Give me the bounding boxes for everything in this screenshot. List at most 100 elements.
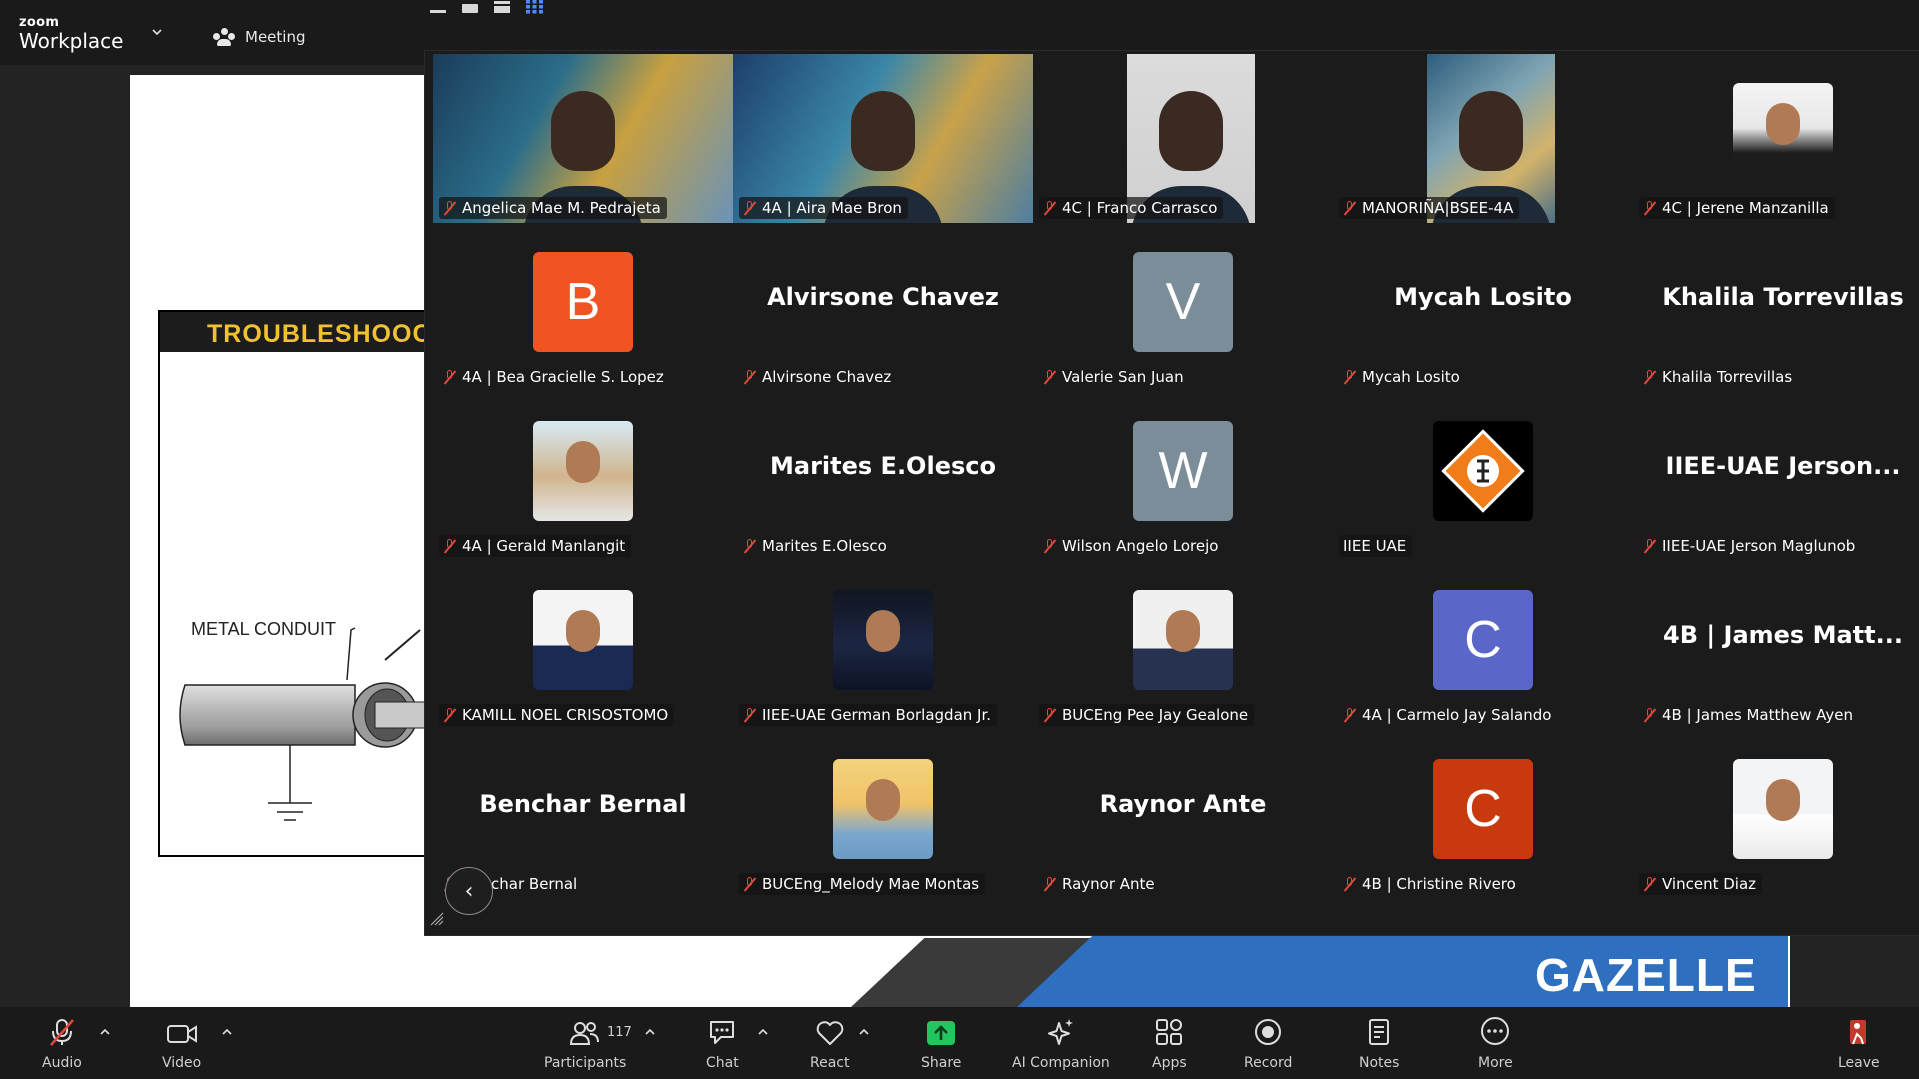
apps-label: Apps [1152,1055,1187,1071]
participant-tile[interactable]: MANORIÑA|BSEE-4A [1333,54,1633,223]
participant-tile[interactable]: 4A | Gerald Manlangit [433,392,733,561]
participant-name-text: 4A | Bea Gracielle S. Lopez [462,368,664,386]
apps-button[interactable]: Apps [1152,1015,1187,1071]
resize-handle-icon[interactable] [430,912,444,926]
profile-photo-face [866,610,900,652]
leave-icon [1849,1020,1866,1045]
profile-photo-face [566,441,600,483]
mic-muted-icon [743,200,756,216]
participant-name-text: IIEE-UAE Jerson Maglunob [1662,537,1856,555]
participant-profile-photo [533,421,633,521]
share-button[interactable]: Share [921,1015,961,1071]
participant-tile[interactable]: Raynor Ante Raynor Ante [1033,730,1333,899]
participant-name-label: Valerie San Juan [1039,366,1190,388]
ai-companion-label: AI Companion [1012,1055,1110,1071]
participant-tile[interactable]: B 4A | Bea Gracielle S. Lopez [433,223,733,392]
zoom-workplace-logo[interactable]: zoom Workplace [19,16,123,51]
share-screen-icon [927,1021,956,1045]
participant-tile[interactable]: V Valerie San Juan [1033,223,1333,392]
speaker-view-icon[interactable] [462,4,478,13]
participant-tile[interactable]: Mycah Losito Mycah Losito [1333,223,1633,392]
react-options-caret-icon[interactable] [859,1027,869,1037]
video-label: Video [162,1055,202,1071]
participant-name-label: 4A | Gerald Manlangit [439,535,632,557]
participant-display-name: Mycah Losito [1394,283,1572,311]
participant-name-text: Angelica Mae M. Pedrajeta [462,199,661,217]
participant-name-text: Valerie San Juan [1062,368,1184,386]
mic-muted-icon [743,538,756,554]
audio-options-caret-icon[interactable] [100,1027,110,1037]
mic-muted-icon [443,369,456,385]
gallery-view-icon[interactable] [526,0,543,14]
mic-muted-icon [443,707,456,723]
participant-tile[interactable]: Marites E.Olesco Marites E.Olesco [733,392,1033,561]
participant-tile[interactable]: KAMILL NOEL CRISOSTOMO [433,561,733,730]
participant-name-text: 4A | Aira Mae Bron [762,199,902,217]
participants-button[interactable]: Participants [544,1015,626,1071]
participant-silhouette [1159,91,1223,172]
previous-page-button[interactable]: ‹ [445,867,493,915]
participant-tile[interactable]: BUCEng Pee Jay Gealone [1033,561,1333,730]
participant-name-label: Mycah Losito [1339,366,1466,388]
participant-tile[interactable]: 4B | James Matt... 4B | James Matthew Aye… [1633,561,1919,730]
video-camera-icon [166,1025,197,1043]
chevron-down-icon[interactable] [152,27,162,37]
participant-tile[interactable]: Vincent Diaz [1633,730,1919,899]
leave-button[interactable]: Leave [1838,1015,1880,1071]
ai-companion-button[interactable]: AI Companion [1012,1015,1110,1071]
video-options-caret-icon[interactable] [222,1027,232,1037]
participant-tile[interactable]: BUCEng_Melody Mae Montas [733,730,1033,899]
chat-options-caret-icon[interactable] [758,1027,768,1037]
audio-button[interactable]: Audio [42,1015,82,1071]
participant-tile[interactable]: 4C | Jerene Manzanilla [1633,54,1919,223]
participant-name-text: Raynor Ante [1062,875,1155,893]
notes-button[interactable]: Notes [1359,1015,1399,1071]
participant-display-name: 4B | James Matt... [1663,621,1903,649]
meeting-menu[interactable]: Meeting [213,28,305,46]
participant-name-label: 4A | Aira Mae Bron [739,197,908,219]
profile-photo-face [1166,610,1200,652]
minimize-view-icon[interactable] [430,10,446,13]
participant-name-text: Mycah Losito [1362,368,1460,386]
participant-tile[interactable]: IIEE-UAE Jerson... IIEE-UAE Jerson Maglun… [1633,392,1919,561]
participant-name-text: MANORIÑA|BSEE-4A [1362,199,1514,217]
participant-silhouette [551,91,615,172]
chat-button[interactable]: Chat [706,1015,739,1071]
video-button[interactable]: Video [162,1015,201,1071]
participants-options-caret-icon[interactable] [645,1027,655,1037]
participant-tile[interactable]: Angelica Mae M. Pedrajeta [433,54,733,223]
participant-tile[interactable]: W Wilson Angelo Lorejo [1033,392,1333,561]
mic-muted-icon [1643,707,1656,723]
participants-label: Participants [544,1055,627,1071]
record-button[interactable]: Record [1244,1015,1292,1071]
participant-name-label: MANORIÑA|BSEE-4A [1339,197,1520,219]
participant-name-text: 4A | Carmelo Jay Salando [1362,706,1552,724]
participant-tile[interactable]: C 4B | Christine Rivero [1333,730,1633,899]
mic-muted-icon [1643,876,1656,892]
participant-tile[interactable]: IIEE-UAE German Borlagdan Jr. [733,561,1033,730]
participant-display-name: Benchar Bernal [479,790,687,818]
participant-name-text: BUCEng_Melody Mae Montas [762,875,980,893]
participant-name-label: IIEE-UAE Jerson Maglunob [1639,535,1861,557]
participant-tile[interactable]: IIEE UAE [1333,392,1633,561]
participant-tile[interactable]: 4A | Aira Mae Bron [733,54,1033,223]
mic-muted-icon [743,707,756,723]
participant-tile[interactable]: 4C | Franco Carrasco [1033,54,1333,223]
notes-label: Notes [1359,1055,1400,1071]
profile-photo-face [1766,103,1800,145]
side-view-icon[interactable] [494,1,510,13]
participant-tile[interactable]: Khalila Torrevillas Khalila Torrevillas [1633,223,1919,392]
react-button[interactable]: React [810,1015,849,1071]
participant-profile-photo [833,759,933,859]
heart-icon [816,1021,844,1045]
participant-name-label: 4A | Carmelo Jay Salando [1339,704,1557,726]
more-button[interactable]: More [1478,1015,1513,1071]
participant-display-name: Raynor Ante [1099,790,1267,818]
participant-name-text: Alvirsone Chavez [762,368,892,386]
participant-name-text: KAMILL NOEL CRISOSTOMO [462,706,669,724]
participant-tile[interactable]: C 4A | Carmelo Jay Salando [1333,561,1633,730]
share-label: Share [921,1055,962,1071]
participant-tile[interactable]: Alvirsone Chavez Alvirsone Chavez [733,223,1033,392]
participant-name-label: Angelica Mae M. Pedrajeta [439,197,667,219]
participant-display-name: Marites E.Olesco [770,452,996,480]
